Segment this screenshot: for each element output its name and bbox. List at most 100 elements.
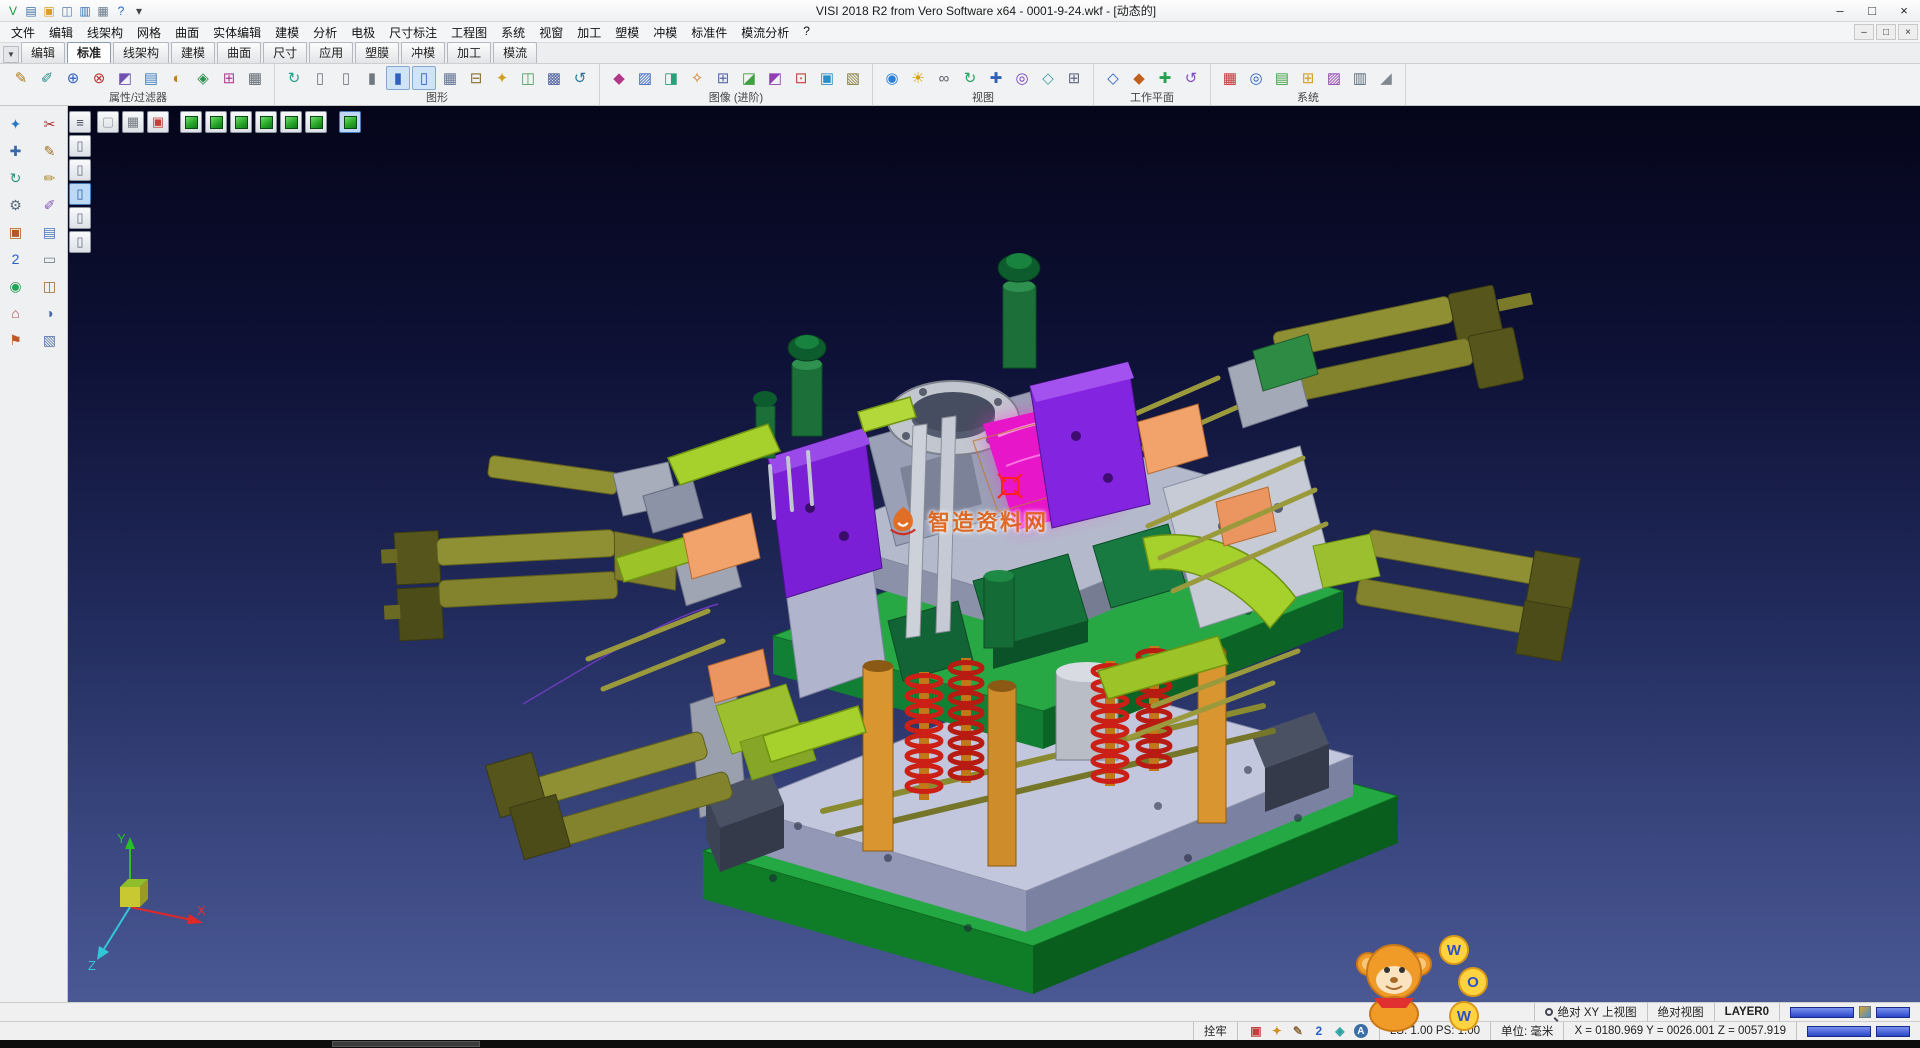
color-filter-icon[interactable]: ◐ xyxy=(165,66,189,90)
workspace-tab[interactable]: 建模 xyxy=(171,42,215,63)
workspace-tab[interactable]: 塑膜 xyxy=(355,42,399,63)
hatch-settings-icon[interactable]: ▨ xyxy=(1322,66,1346,90)
count-icon[interactable]: 2 xyxy=(1311,1023,1327,1039)
light-icon[interactable]: ✦ xyxy=(490,66,514,90)
filter-remove-icon[interactable]: ⊗ xyxy=(87,66,111,90)
taskbar-window-preview[interactable] xyxy=(332,1041,480,1047)
workspace-tab[interactable]: 冲模 xyxy=(401,42,445,63)
workplane-align-icon[interactable]: ◆ xyxy=(1127,66,1151,90)
exploded-view-icon[interactable]: ✧ xyxy=(685,66,709,90)
pen-icon[interactable]: ✐ xyxy=(38,193,62,217)
grid-settings-icon[interactable]: ⊞ xyxy=(1296,66,1320,90)
system-options-icon[interactable]: ▥ xyxy=(1348,66,1372,90)
globe-settings-icon[interactable]: ◎ xyxy=(1244,66,1268,90)
workspace-tab[interactable]: 编辑 xyxy=(21,42,65,63)
shaded-view-icon[interactable]: ▦ xyxy=(122,111,144,133)
ruler-icon[interactable]: ◢ xyxy=(1374,66,1398,90)
menu-item[interactable]: 分析 xyxy=(306,22,344,43)
help-icon[interactable]: ? xyxy=(112,2,130,20)
workspace-tab[interactable]: 尺寸 xyxy=(263,42,307,63)
save-session-icon[interactable]: ▧ xyxy=(38,328,62,352)
close-button[interactable]: × xyxy=(1888,0,1920,21)
shaded-cylinder-icon[interactable]: ▮ xyxy=(360,66,384,90)
background-icon[interactable]: ▩ xyxy=(542,66,566,90)
view-cube-dynamic[interactable] xyxy=(339,111,361,133)
view-cube-left[interactable] xyxy=(280,111,302,133)
menu-item[interactable]: 系统 xyxy=(494,22,532,43)
redraw-icon[interactable]: ↻ xyxy=(282,66,306,90)
database-view-icon[interactable]: ⊟ xyxy=(464,66,488,90)
windows-taskbar[interactable] xyxy=(0,1040,1920,1048)
mdi-close-button[interactable]: × xyxy=(1898,24,1918,40)
selection-filter-icon[interactable]: ⊞ xyxy=(217,66,241,90)
view-cube-iso[interactable] xyxy=(180,111,202,133)
view-cube-back[interactable] xyxy=(255,111,277,133)
dynamic-view-icon[interactable]: ∞ xyxy=(932,66,956,90)
rotate-element-icon[interactable]: ↻ xyxy=(4,166,28,190)
new-file-icon[interactable]: ▤ xyxy=(22,2,40,20)
attribute-match-icon[interactable]: ✐ xyxy=(35,66,59,90)
menu-item[interactable]: 文件 xyxy=(4,22,42,43)
panel-icon[interactable]: ▭ xyxy=(38,247,62,271)
workspace-tab[interactable]: 曲面 xyxy=(217,42,261,63)
units-status[interactable]: 单位: 毫米 xyxy=(1490,1022,1563,1040)
menu-item[interactable]: 电极 xyxy=(344,22,382,43)
selection-slot-4[interactable]: ▯ xyxy=(69,207,91,229)
menu-item[interactable]: 线架构 xyxy=(80,22,130,43)
workplane-create-icon[interactable]: ✚ xyxy=(1153,66,1177,90)
mdi-restore-button[interactable]: □ xyxy=(1876,24,1896,40)
menu-item[interactable]: 编辑 xyxy=(42,22,80,43)
render-status-icon[interactable]: ✦ xyxy=(1269,1023,1285,1039)
section-view-icon[interactable]: ◨ xyxy=(659,66,683,90)
workplane-reset-icon[interactable]: ↺ xyxy=(1179,66,1203,90)
type-filter-icon[interactable]: ◈ xyxy=(191,66,215,90)
desktop-mascot[interactable]: W O W xyxy=(1342,930,1492,1041)
magic-select-icon[interactable]: ✦ xyxy=(4,112,28,136)
layer-status[interactable]: LAYER0 xyxy=(1714,1003,1779,1021)
zoom-extents-icon[interactable]: ☀ xyxy=(906,66,930,90)
knife-icon[interactable]: ✎ xyxy=(38,139,62,163)
annotation-icon[interactable]: ⊡ xyxy=(789,66,813,90)
viewport-menu-icon[interactable]: ≡ xyxy=(69,111,91,133)
menu-item[interactable]: 模流分析 xyxy=(734,22,796,43)
menu-item[interactable]: 标准件 xyxy=(684,22,734,43)
open-file-icon[interactable]: ▣ xyxy=(40,2,58,20)
menu-item[interactable]: 视窗 xyxy=(532,22,570,43)
workspace-tab[interactable]: 模流 xyxy=(493,42,537,63)
probe-icon[interactable]: ◉ xyxy=(4,274,28,298)
workspace-tab[interactable]: 加工 xyxy=(447,42,491,63)
translucent-icon[interactable]: ▯ xyxy=(412,66,436,90)
mold-assembly-model[interactable] xyxy=(68,106,1920,1002)
menu-item[interactable]: 加工 xyxy=(570,22,608,43)
pan-view-icon[interactable]: ✚ xyxy=(984,66,1008,90)
stamp-icon[interactable]: ▣ xyxy=(4,220,28,244)
tab-dropdown-button[interactable]: ▼ xyxy=(3,46,19,63)
previous-view-icon[interactable]: ◎ xyxy=(1010,66,1034,90)
measure2-icon[interactable]: 2 xyxy=(4,247,28,271)
menu-item[interactable]: 建模 xyxy=(268,22,306,43)
viewport-grid-icon[interactable]: ⊞ xyxy=(711,66,735,90)
render-quality-icon[interactable]: ◆ xyxy=(607,66,631,90)
maximize-button[interactable]: □ xyxy=(1856,0,1888,21)
hidden-line-icon[interactable]: ▯ xyxy=(334,66,358,90)
workspace-tab[interactable]: 线架构 xyxy=(113,42,169,63)
menu-item[interactable]: 工程图 xyxy=(444,22,494,43)
shadow-icon[interactable]: ◪ xyxy=(737,66,761,90)
menu-item[interactable]: 网格 xyxy=(130,22,168,43)
print-icon[interactable]: ▦ xyxy=(94,2,112,20)
view-cube-right[interactable] xyxy=(305,111,327,133)
layer-manager-icon[interactable]: ▤ xyxy=(1270,66,1294,90)
menu-item[interactable]: 塑模 xyxy=(608,22,646,43)
workplane-icon[interactable]: ◇ xyxy=(1101,66,1125,90)
menu-item[interactable]: 曲面 xyxy=(168,22,206,43)
refresh-all-icon[interactable]: ↺ xyxy=(568,66,592,90)
quick-access-dropdown[interactable]: ▾ xyxy=(130,2,148,20)
rotate-view-icon[interactable]: ↻ xyxy=(958,66,982,90)
clipboard-icon[interactable]: ◫ xyxy=(38,274,62,298)
scissors-icon[interactable]: ✂ xyxy=(38,112,62,136)
doc-edit-icon[interactable]: ✎ xyxy=(1290,1023,1306,1039)
selection-slot-2[interactable]: ▯ xyxy=(69,159,91,181)
menu-item[interactable]: 实体编辑 xyxy=(206,22,268,43)
selection-slot-3[interactable]: ▯ xyxy=(69,183,91,205)
attribute-paint-icon[interactable]: ✎ xyxy=(9,66,33,90)
